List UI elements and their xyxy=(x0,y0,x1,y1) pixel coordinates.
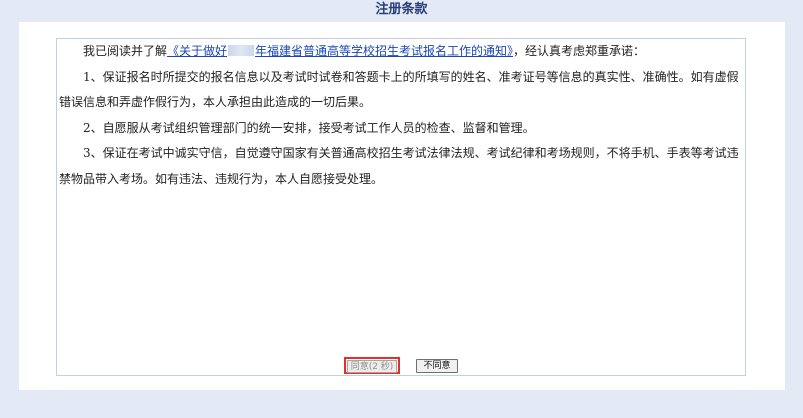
terms-content: 我已阅读并了解《关于做好 年福建省普通高等学校招生考试报名工作的通知》，经认真考虑… xyxy=(59,39,743,192)
intro-suffix: ，经认真考虑郑重承诺： xyxy=(513,44,646,58)
notice-link[interactable]: 《关于做好 年福建省普通高等学校招生考试报名工作的通知》 xyxy=(167,44,513,58)
terms-panel: 我已阅读并了解《关于做好 年福建省普通高等学校招生考试报名工作的通知》，经认真考虑… xyxy=(56,38,746,376)
intro-prefix: 我已阅读并了解 xyxy=(83,44,168,58)
redacted-year xyxy=(228,45,255,56)
page-title: 注册条款 xyxy=(375,2,428,17)
agree-button-highlight: 同意(2 秒) xyxy=(344,357,400,374)
notice-link-pre: 《关于做好 xyxy=(167,44,228,58)
terms-item-2: 2、自愿服从考试组织管理部门的统一安排，接受考试工作人员的检查、监督和管理。 xyxy=(83,120,535,135)
terms-container: 我已阅读并了解《关于做好 年福建省普通高等学校招生考试报名工作的通知》，经认真考虑… xyxy=(19,22,785,390)
agree-button[interactable]: 同意(2 秒) xyxy=(347,360,397,373)
disagree-button[interactable]: 不同意 xyxy=(416,359,458,373)
terms-intro: 我已阅读并了解《关于做好 年福建省普通高等学校招生考试报名工作的通知》，经认真考虑… xyxy=(59,39,743,65)
terms-item-3: 3、保证在考试中诚实守信，自觉遵守国家有关普通高校招生考试法律法规、考试纪律和考… xyxy=(59,146,739,186)
notice-link-post: 年福建省普通高等学校招生考试报名工作的通知》 xyxy=(255,44,514,58)
terms-item-1: 1、保证报名时所提交的报名信息以及考试时试卷和答题卡上的所填写的姓名、准考证号等… xyxy=(59,69,739,110)
